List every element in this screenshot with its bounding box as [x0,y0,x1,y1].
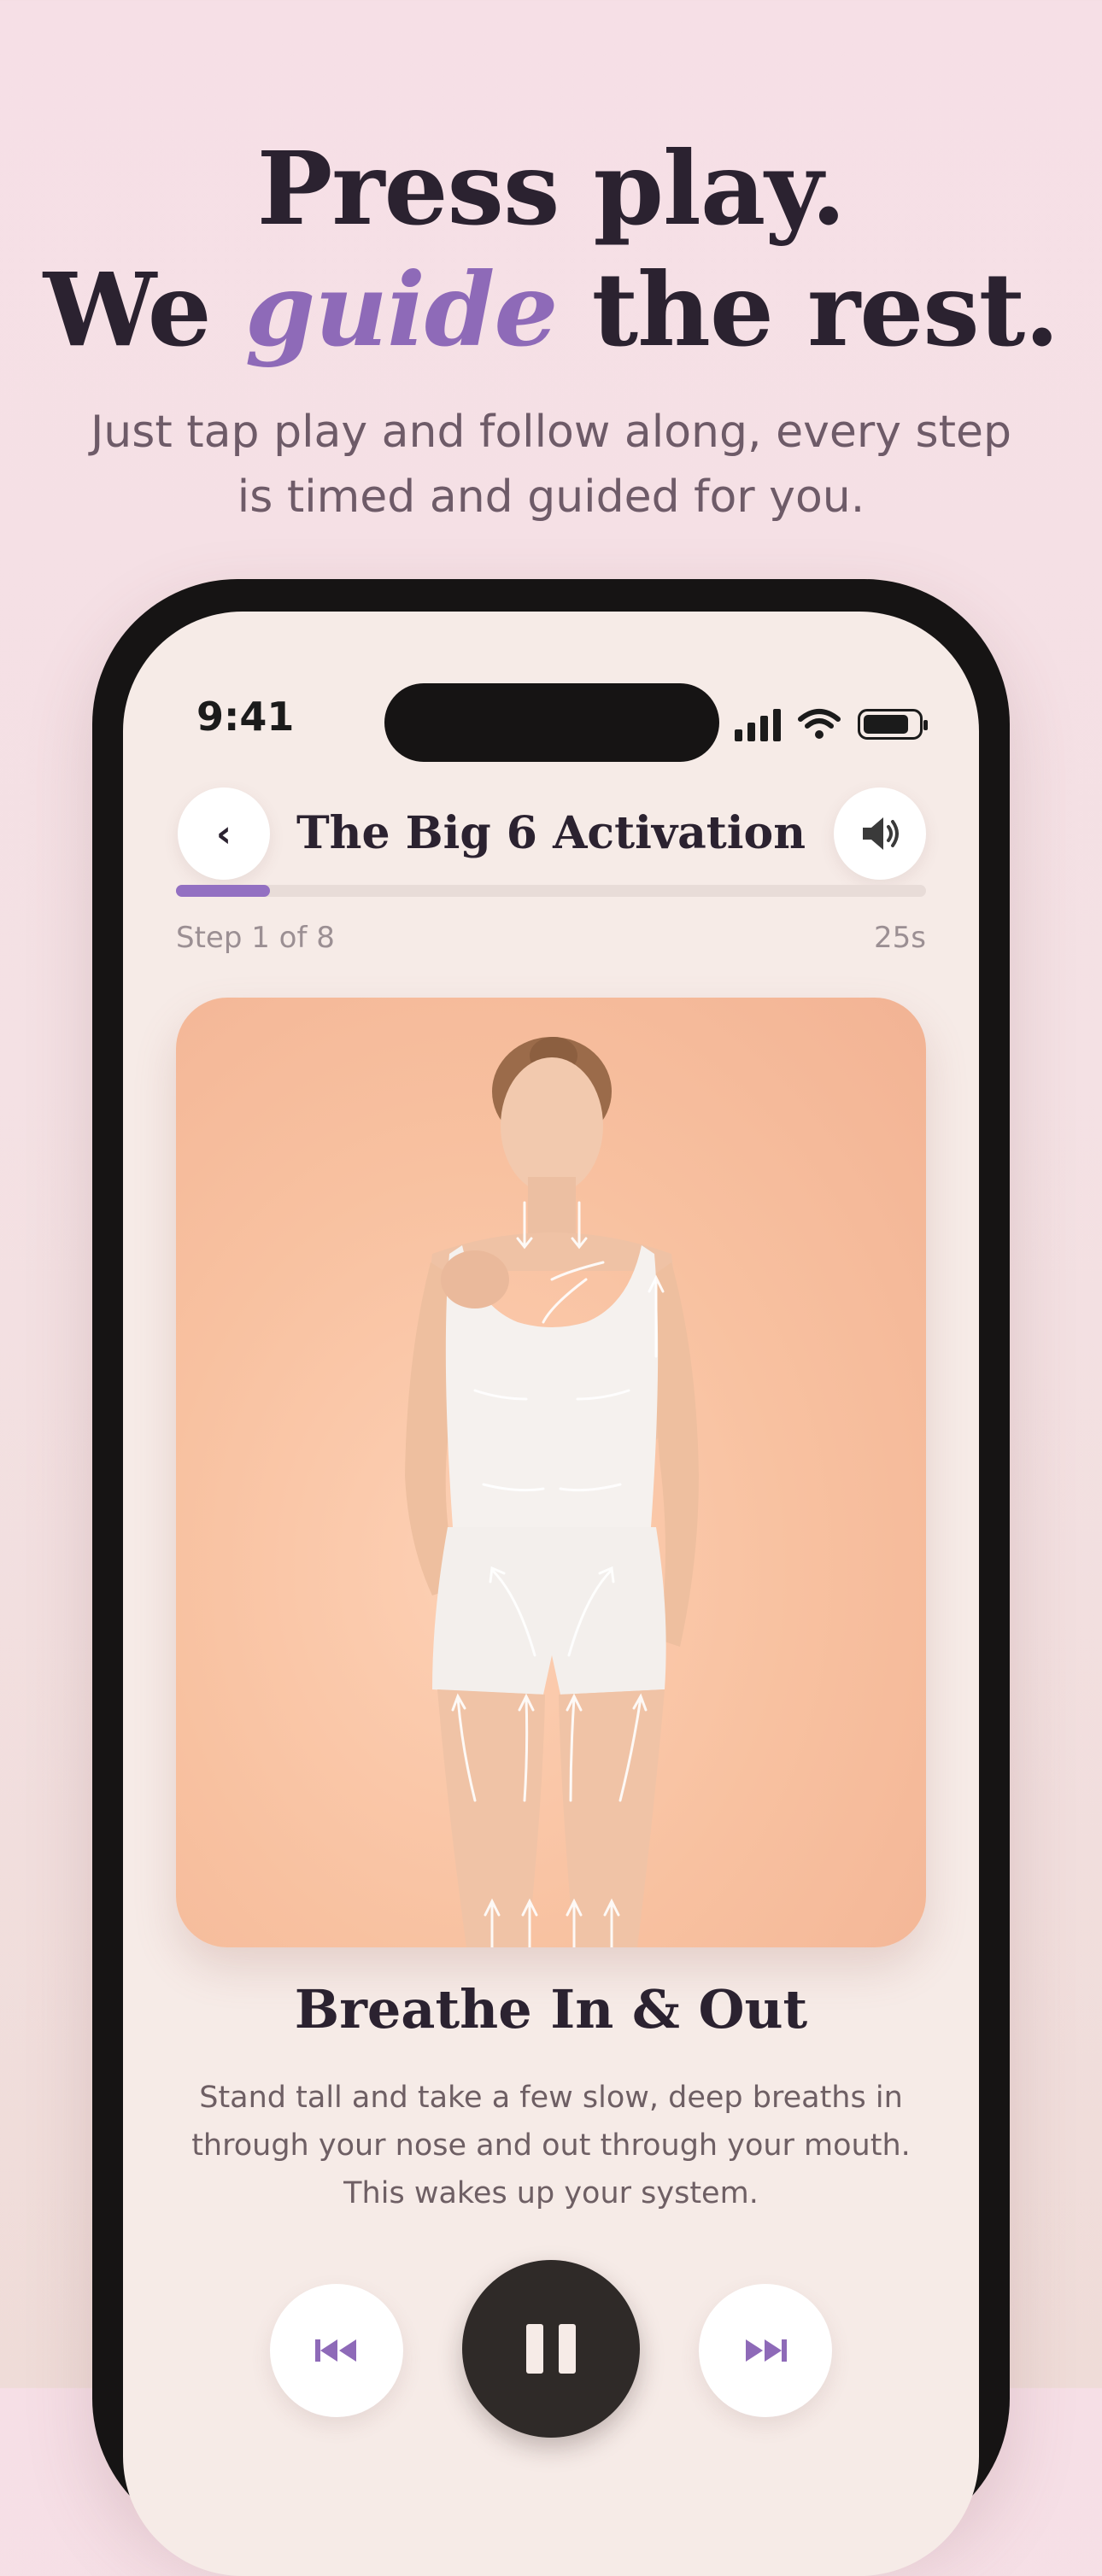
status-icons [735,704,928,745]
phone-screen: 9:41 ‹ The Big 6 Activation Step 1 of 8 … [123,612,979,2576]
exercise-description: Stand tall and take a few slow, deep bre… [191,2081,911,2210]
exercise-title: Breathe In & Out [294,1978,808,2040]
status-time: 9:41 [196,694,295,740]
battery-icon [858,709,928,740]
pause-icon [526,2324,576,2374]
headline-accent: guide [244,250,559,369]
headline-line-1: Press play. [256,129,847,248]
time-remaining: 25s [874,921,926,955]
chevron-left-icon: ‹ [215,811,232,856]
previous-step-button[interactable] [270,2284,403,2417]
step-counter: Step 1 of 8 [176,921,335,955]
signal-icon [735,707,781,741]
pause-button[interactable] [462,2260,640,2438]
session-title: The Big 6 Activation [296,807,806,859]
headline-line-2: We guide the rest. [0,249,1102,371]
skip-previous-icon [315,2339,356,2362]
back-button[interactable]: ‹ [178,787,270,880]
dynamic-island [384,683,719,762]
phone-frame: 9:41 ‹ The Big 6 Activation Step 1 of 8 … [92,579,1010,2576]
progress-fill [176,885,270,897]
headline-prefix: We [43,250,245,369]
wifi-icon [798,709,841,739]
speaker-icon [863,817,899,850]
sound-button[interactable] [834,787,926,880]
exercise-image [176,998,926,1947]
skip-next-icon [746,2339,787,2362]
exercise-illustration [405,1037,699,1947]
progress-bar [176,885,926,897]
hero-headline: Press play. We guide the rest. [0,128,1102,371]
headline-suffix: the rest. [557,250,1060,369]
hero-subtitle: Just tap play and follow along, every st… [90,407,1012,523]
next-step-button[interactable] [699,2284,832,2417]
